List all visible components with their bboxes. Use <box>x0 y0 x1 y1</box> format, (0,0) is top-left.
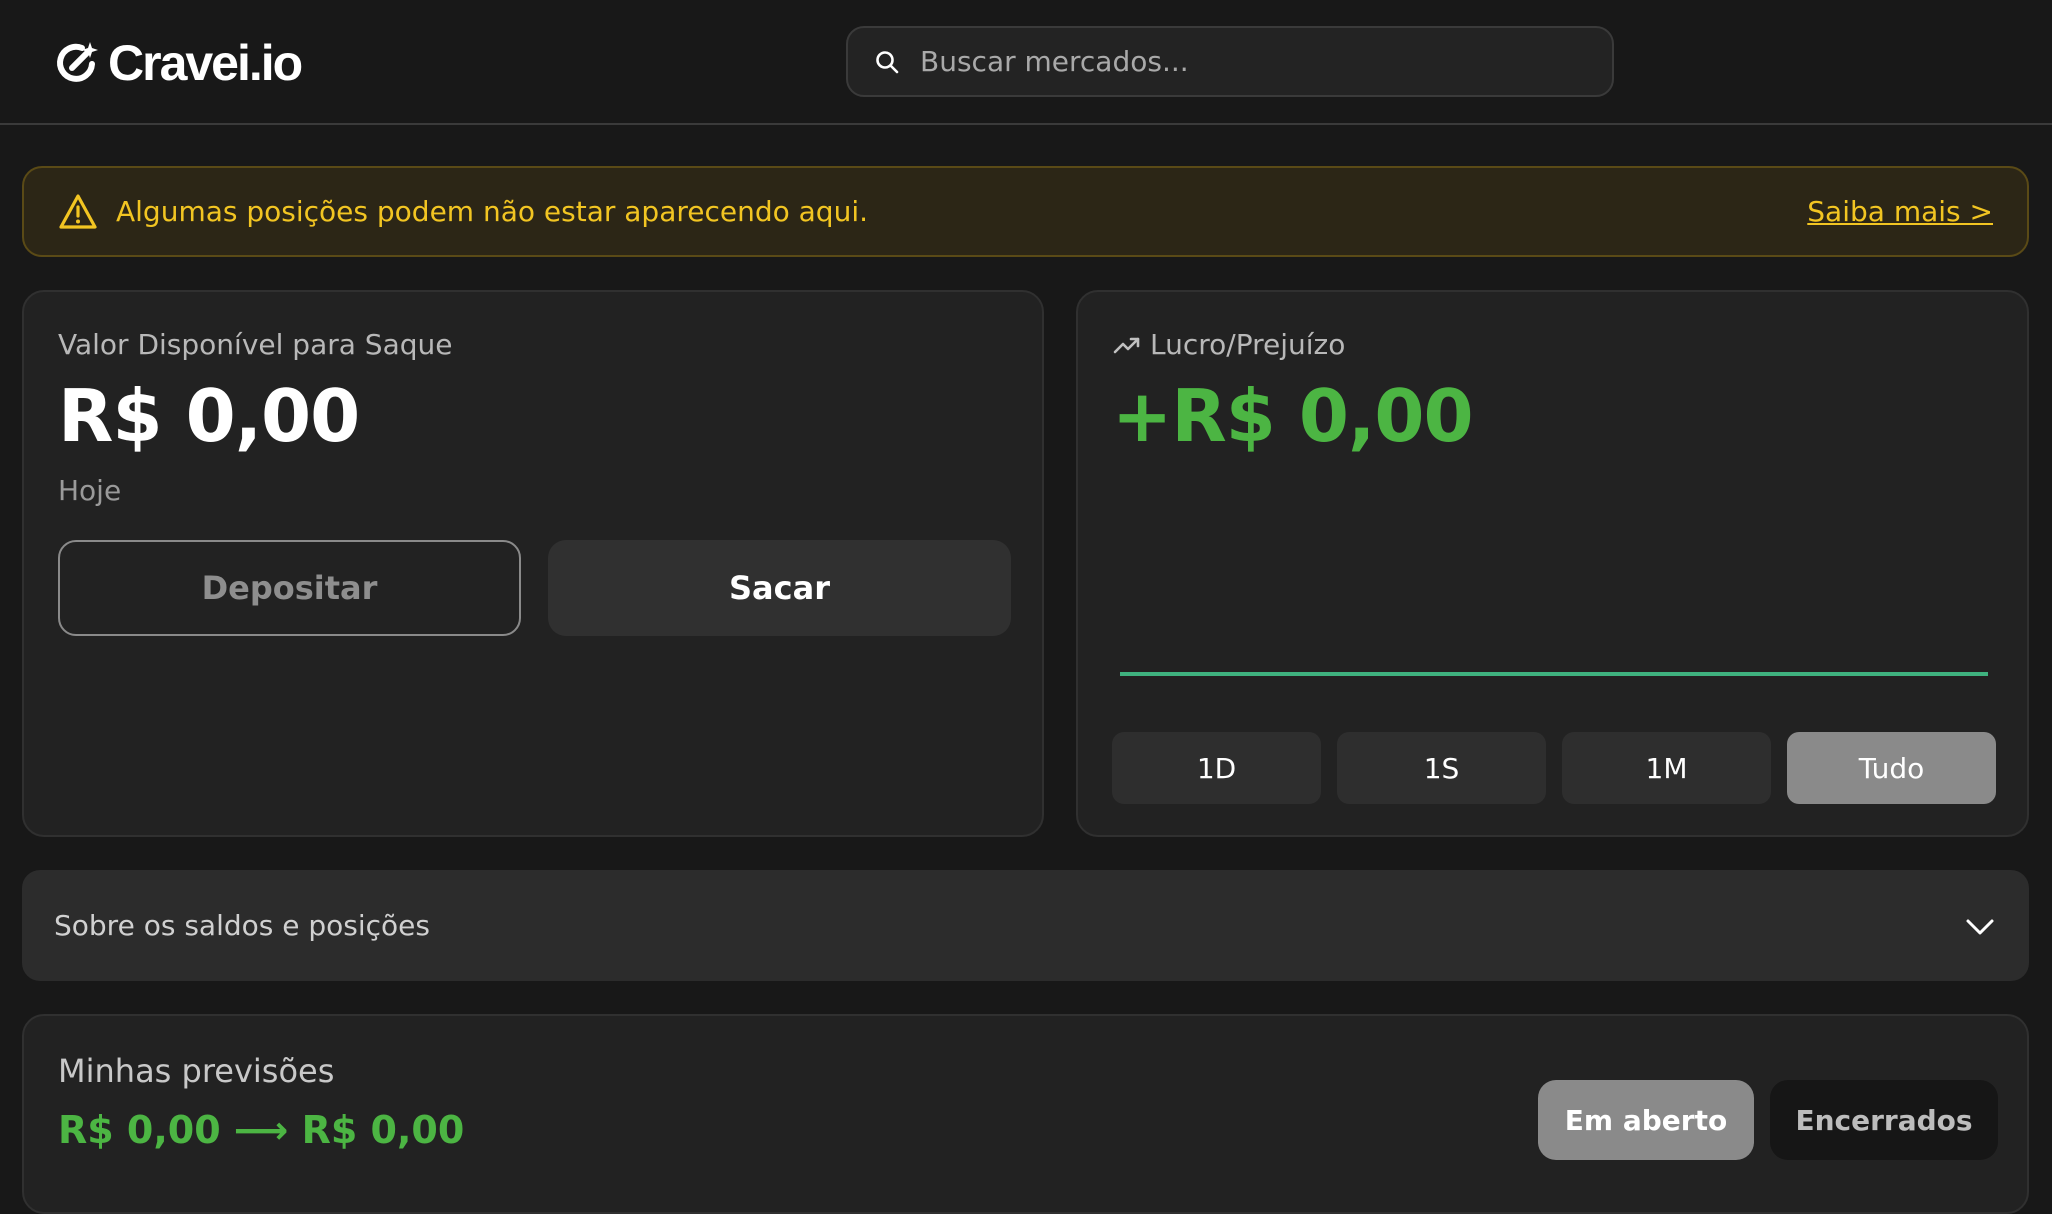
deposit-button[interactable]: Depositar <box>58 540 521 636</box>
search-bar[interactable] <box>846 26 1614 97</box>
learn-more-link[interactable]: Saiba mais > <box>1807 195 1993 228</box>
balance-period: Hoje <box>58 474 122 507</box>
search-input[interactable] <box>920 45 1560 78</box>
trending-up-icon <box>1113 337 1140 353</box>
predictions-title: Minhas previsões <box>58 1052 335 1090</box>
pnl-header: Lucro/Prejuízo <box>1112 328 1345 361</box>
warning-message: Algumas posições podem não estar aparece… <box>116 195 869 228</box>
balance-value: R$ 0,00 <box>58 374 360 458</box>
range-1s-button[interactable]: 1S <box>1337 732 1546 804</box>
range-1d-button[interactable]: 1D <box>1112 732 1321 804</box>
warning-triangle-icon <box>59 193 97 229</box>
withdraw-button[interactable]: Sacar <box>548 540 1011 636</box>
range-all-button[interactable]: Tudo <box>1787 732 1996 804</box>
logo[interactable]: Cravei.io <box>52 34 303 92</box>
chevron-down-icon <box>1966 919 1994 934</box>
logo-text: Cravei.io <box>108 35 303 91</box>
accordion-label: Sobre os saldos e posições <box>54 909 430 942</box>
logo-icon <box>57 42 98 82</box>
pnl-value: +R$ 0,00 <box>1112 374 1474 458</box>
top-navigation-bar: Cravei.io <box>0 0 2052 125</box>
search-icon <box>876 50 899 73</box>
tab-closed[interactable]: Encerrados <box>1770 1080 1998 1160</box>
range-1m-button[interactable]: 1M <box>1562 732 1771 804</box>
predictions-card: Minhas previsões R$ 0,00 ⟶ R$ 0,00 Em ab… <box>22 1014 2029 1214</box>
balances-info-accordion[interactable]: Sobre os saldos e posições <box>22 870 2029 981</box>
warning-banner: Algumas posições podem não estar aparece… <box>22 166 2029 257</box>
tab-open[interactable]: Em aberto <box>1538 1080 1754 1160</box>
balance-card: Valor Disponível para Saque R$ 0,00 Hoje… <box>22 290 1044 837</box>
predictions-value: R$ 0,00 ⟶ R$ 0,00 <box>58 1108 465 1152</box>
pnl-line-chart <box>1120 672 1988 676</box>
profit-loss-card: Lucro/Prejuízo +R$ 0,00 1D 1S 1M Tudo <box>1076 290 2029 837</box>
balance-label: Valor Disponível para Saque <box>58 328 453 361</box>
time-range-selector: 1D 1S 1M Tudo <box>1112 732 1996 804</box>
pnl-label: Lucro/Prejuízo <box>1150 328 1346 361</box>
